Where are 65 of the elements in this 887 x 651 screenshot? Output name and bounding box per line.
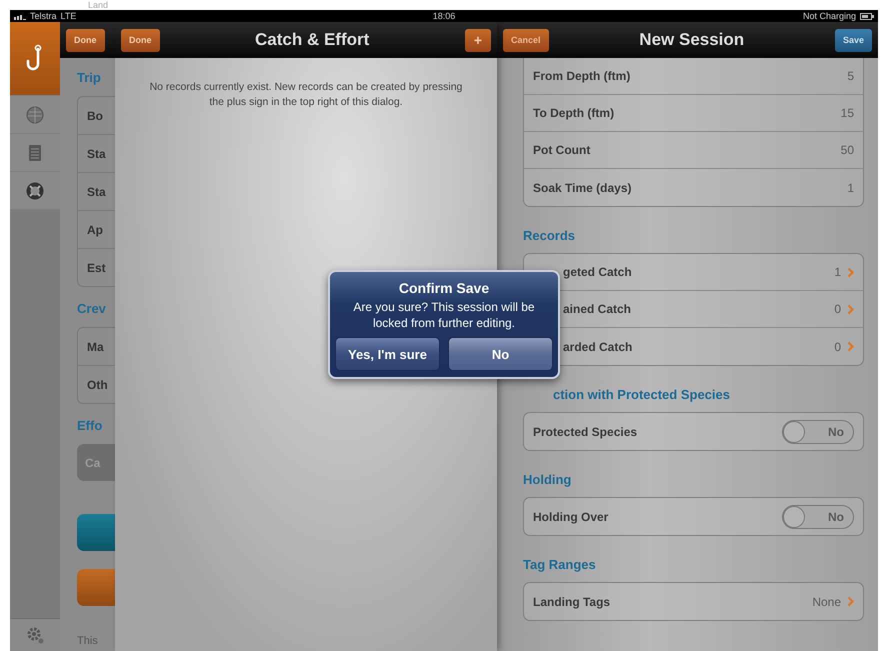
row-label: To Depth (ftm): [533, 106, 616, 120]
row-label: ained Catch: [562, 302, 632, 316]
row-label: Est: [87, 260, 106, 274]
dialog-message: Are you sure? This session will be locked from further editing.: [352, 299, 536, 331]
row-label: Holding Over: [533, 510, 610, 524]
row-label: Soak Time (days): [533, 180, 632, 194]
clock-time: 18:06: [432, 10, 456, 22]
done-button[interactable]: Done: [121, 28, 160, 52]
row-value: None: [812, 594, 841, 608]
carrier-name: Telstra: [30, 10, 57, 22]
dialog-title: Confirm Save: [398, 279, 490, 297]
chevron-icon: [847, 266, 854, 278]
battery-status: Not Charging: [802, 10, 856, 22]
row-value: 1: [847, 180, 854, 194]
section-header: Records: [523, 228, 576, 244]
network-type: LTE: [60, 10, 76, 22]
row-label: geted Catch: [562, 265, 633, 279]
chevron-icon: [847, 341, 854, 352]
section-header: Tag Ranges: [523, 557, 597, 573]
section-header: Crev: [77, 301, 107, 317]
notepad-icon: [28, 144, 42, 162]
action-button[interactable]: [77, 514, 115, 551]
row-value: 15: [840, 106, 854, 120]
sidebar-tab[interactable]: [10, 172, 60, 210]
section-header: Trip: [77, 70, 102, 86]
section-header: ction with Protected Species: [552, 387, 731, 403]
chevron-icon: [847, 596, 854, 607]
row-value: 5: [847, 69, 854, 83]
row-value: 0: [834, 340, 841, 354]
toggle-switch[interactable]: No: [782, 504, 854, 528]
row-label: Sta: [87, 184, 106, 198]
partial-text: Land: [88, 1, 108, 10]
action-button[interactable]: [77, 569, 115, 606]
add-button[interactable]: +: [464, 28, 491, 52]
cancel-button[interactable]: Cancel: [503, 28, 549, 52]
sidebar-tab[interactable]: [10, 22, 60, 96]
empty-message: No records currently exist. New records can be created by pressing the plus sign in the top right of this dialog.: [148, 80, 464, 110]
row-value: 50: [840, 143, 854, 157]
panel-title: New Session: [638, 30, 746, 50]
row-label: Ma: [87, 340, 104, 354]
row-label: Bo: [87, 108, 103, 122]
row-label: Sta: [87, 146, 106, 160]
settings-button[interactable]: [10, 618, 60, 651]
done-button[interactable]: Done: [66, 28, 104, 52]
panel-title: Catch & Effort: [254, 30, 370, 50]
toggle-switch[interactable]: No: [782, 420, 854, 444]
save-button[interactable]: Save: [834, 28, 872, 52]
section-header: Holding: [523, 472, 572, 488]
row-value: 1: [834, 265, 841, 279]
row-label: Oth: [87, 378, 108, 392]
row-label: arded Catch: [562, 340, 634, 354]
row-value: 0: [834, 302, 841, 316]
battery-icon: [860, 12, 874, 20]
row-label: Landing Tags: [533, 594, 612, 608]
row-label: Pot Count: [533, 143, 592, 157]
row-label: Ap: [87, 222, 103, 236]
lifebuoy-icon: [26, 182, 44, 200]
row-label: From Depth (ftm): [533, 69, 632, 83]
dialog-button[interactable]: No: [448, 337, 553, 371]
chevron-icon: [847, 304, 854, 314]
section-header: Effo: [77, 418, 104, 434]
globe-icon: [26, 106, 44, 124]
gear-icon: [25, 625, 45, 645]
dialog-button[interactable]: Yes, I'm sure: [335, 337, 440, 371]
row-label: Protected Species: [533, 424, 638, 438]
